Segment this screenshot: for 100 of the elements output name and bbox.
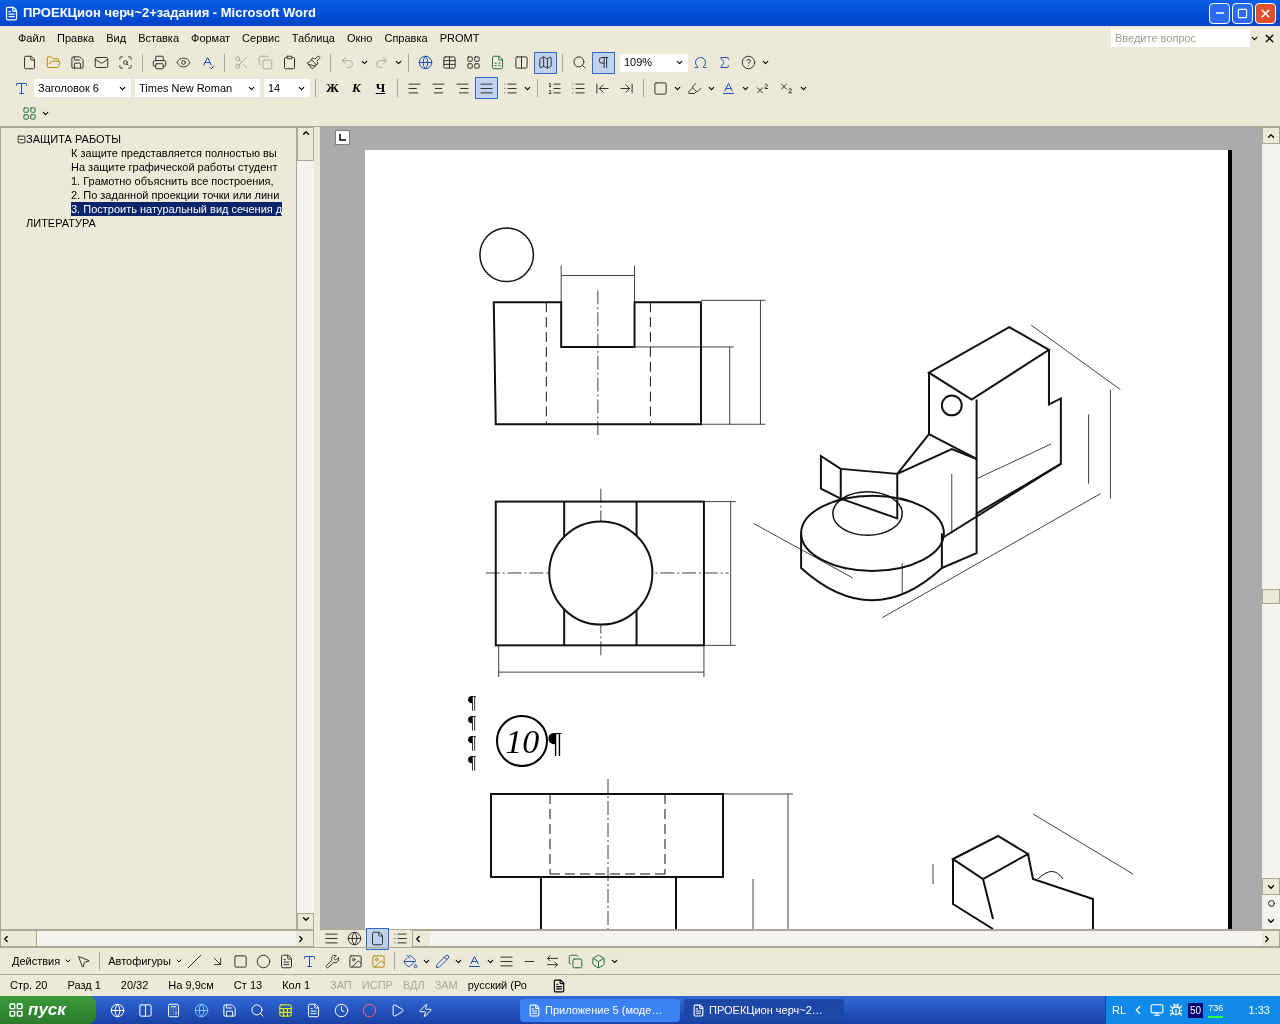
format-button[interactable]: Ж xyxy=(321,77,344,99)
superscript-icon[interactable] xyxy=(755,80,770,96)
vertical-scrollbar[interactable] xyxy=(1262,127,1280,929)
columns-icon[interactable] xyxy=(514,55,529,70)
spreadsheet-icon[interactable] xyxy=(490,55,505,70)
printer-icon[interactable] xyxy=(152,55,167,70)
omega-icon[interactable] xyxy=(693,55,708,70)
align-center-icon[interactable] xyxy=(431,80,446,96)
font-combo[interactable]: Times New Roman xyxy=(135,79,260,97)
align-left-icon[interactable] xyxy=(407,80,422,96)
actions-menu[interactable]: Действия xyxy=(8,952,65,970)
subscript-icon[interactable] xyxy=(779,80,794,96)
border-icon[interactable] xyxy=(653,80,668,96)
menu-item[interactable]: Окно xyxy=(340,29,379,47)
normal-view-icon[interactable] xyxy=(324,931,339,946)
calculator-icon[interactable] xyxy=(166,1002,181,1018)
menu-item[interactable]: Правка xyxy=(51,29,101,47)
menu-item[interactable]: Формат xyxy=(185,29,237,47)
print-preview-icon[interactable] xyxy=(176,55,191,70)
folder-icon[interactable] xyxy=(46,55,61,70)
grid-icon[interactable] xyxy=(466,55,481,70)
text-box-icon[interactable] xyxy=(278,953,294,969)
font-color-icon[interactable] xyxy=(721,80,736,96)
menu-item[interactable]: Вставка xyxy=(132,29,185,47)
zoom-page-icon[interactable] xyxy=(572,55,587,70)
map-item[interactable]: К защите представляется полностью вы xyxy=(71,146,277,160)
map-item[interactable]: ЗАЩИТА РАБОТЫ xyxy=(26,132,121,146)
clipart-icon[interactable] xyxy=(347,953,363,969)
floppy-icon[interactable] xyxy=(222,1002,237,1018)
align-right-icon[interactable] xyxy=(455,80,470,96)
clock-icon[interactable] xyxy=(334,1002,349,1018)
oval-icon[interactable] xyxy=(255,953,271,969)
taskbar-button[interactable]: Приложение 5 (моде… xyxy=(520,998,680,1022)
table-icon[interactable] xyxy=(442,55,457,70)
outline-view-icon[interactable] xyxy=(393,931,408,946)
browser-icon[interactable] xyxy=(194,1002,209,1018)
tray-badge[interactable]: 50 xyxy=(1188,1002,1204,1018)
scroll-thumb[interactable] xyxy=(1262,589,1280,604)
styles-icon[interactable] xyxy=(14,80,29,96)
tab-selector[interactable] xyxy=(335,130,350,145)
globe-icon[interactable] xyxy=(418,55,433,70)
menu-item[interactable]: Сервис xyxy=(236,29,286,47)
browse-object-icon[interactable] xyxy=(1267,900,1275,907)
bullet-list-icon[interactable] xyxy=(571,80,586,96)
quicklaunch-icon[interactable] xyxy=(250,1002,265,1018)
map-item[interactable]: 3. Построить натуральный вид сечения д xyxy=(71,202,283,216)
spelling-icon[interactable] xyxy=(200,55,215,70)
line-color-icon[interactable] xyxy=(434,953,450,969)
new-document-icon[interactable] xyxy=(22,55,37,70)
arrow-style-icon[interactable] xyxy=(544,953,560,969)
shadow-icon[interactable] xyxy=(567,953,583,969)
autoshapes-menu[interactable]: Автофигуры xyxy=(104,952,175,970)
search-icon[interactable] xyxy=(118,55,133,70)
pointer-icon[interactable] xyxy=(76,953,92,969)
zoom-combo[interactable]: 109% xyxy=(620,53,688,72)
map-item[interactable]: На защите графической работы студент xyxy=(71,160,278,174)
sigma-icon[interactable] xyxy=(717,55,732,70)
format-button[interactable]: К xyxy=(345,77,368,99)
minimize-button[interactable] xyxy=(1209,2,1230,24)
menu-item[interactable]: Вид xyxy=(100,29,133,47)
numbered-list-icon[interactable] xyxy=(547,80,562,96)
map-item[interactable]: 1. Грамотно объяснить все построения, xyxy=(71,174,274,188)
network-icon[interactable] xyxy=(1150,1003,1165,1017)
help-icon[interactable] xyxy=(741,55,756,70)
maximize-icon[interactable] xyxy=(1237,7,1248,19)
maximize-button[interactable] xyxy=(1232,2,1253,24)
map-item[interactable]: 2. По заданной проекции точки или лини xyxy=(71,188,280,202)
player-icon[interactable] xyxy=(390,1002,405,1018)
document-icon[interactable] xyxy=(692,1003,705,1017)
mail-icon[interactable] xyxy=(94,55,109,70)
help-search-field[interactable]: Введите вопрос xyxy=(1111,29,1250,47)
format-button[interactable]: Ч xyxy=(369,77,392,99)
menu-item[interactable]: Файл xyxy=(12,29,52,47)
taskbar-button[interactable]: ПРОЕКЦион черч~2… xyxy=(684,998,844,1022)
horizontal-scrollbar[interactable] xyxy=(0,930,314,947)
collapse-icon[interactable] xyxy=(17,134,26,144)
font-size-combo[interactable]: 14 xyxy=(264,79,310,97)
meter-reading[interactable]: 736 xyxy=(1208,1002,1224,1018)
font-color-icon[interactable] xyxy=(466,953,482,969)
clipboard-icon[interactable] xyxy=(282,55,297,70)
windows-logo-icon[interactable] xyxy=(8,1002,24,1018)
fill-color-icon[interactable] xyxy=(402,953,418,969)
rectangle-icon[interactable] xyxy=(232,953,248,969)
paintbrush-icon[interactable] xyxy=(306,55,321,70)
style-combo[interactable]: Заголовок 6 xyxy=(34,79,131,97)
start-button[interactable]: пуск xyxy=(0,996,96,1024)
lightning-icon[interactable] xyxy=(418,1002,433,1018)
wordart-icon[interactable] xyxy=(301,953,317,969)
menu-item[interactable]: PROMT xyxy=(433,29,486,47)
web-view-icon[interactable] xyxy=(347,931,362,946)
left-tab-icon[interactable] xyxy=(339,134,346,141)
language-indicator[interactable]: RL xyxy=(1112,1001,1127,1019)
horizontal-scrollbar[interactable] xyxy=(412,930,1280,947)
menu-item[interactable]: Таблица xyxy=(285,29,341,47)
word-icon[interactable] xyxy=(306,1002,321,1018)
document-icon[interactable] xyxy=(528,1003,541,1017)
line-icon[interactable] xyxy=(186,953,202,969)
bug-icon[interactable] xyxy=(1169,1003,1184,1017)
save-icon[interactable] xyxy=(70,55,85,70)
menu-item[interactable]: Справка xyxy=(378,29,434,47)
